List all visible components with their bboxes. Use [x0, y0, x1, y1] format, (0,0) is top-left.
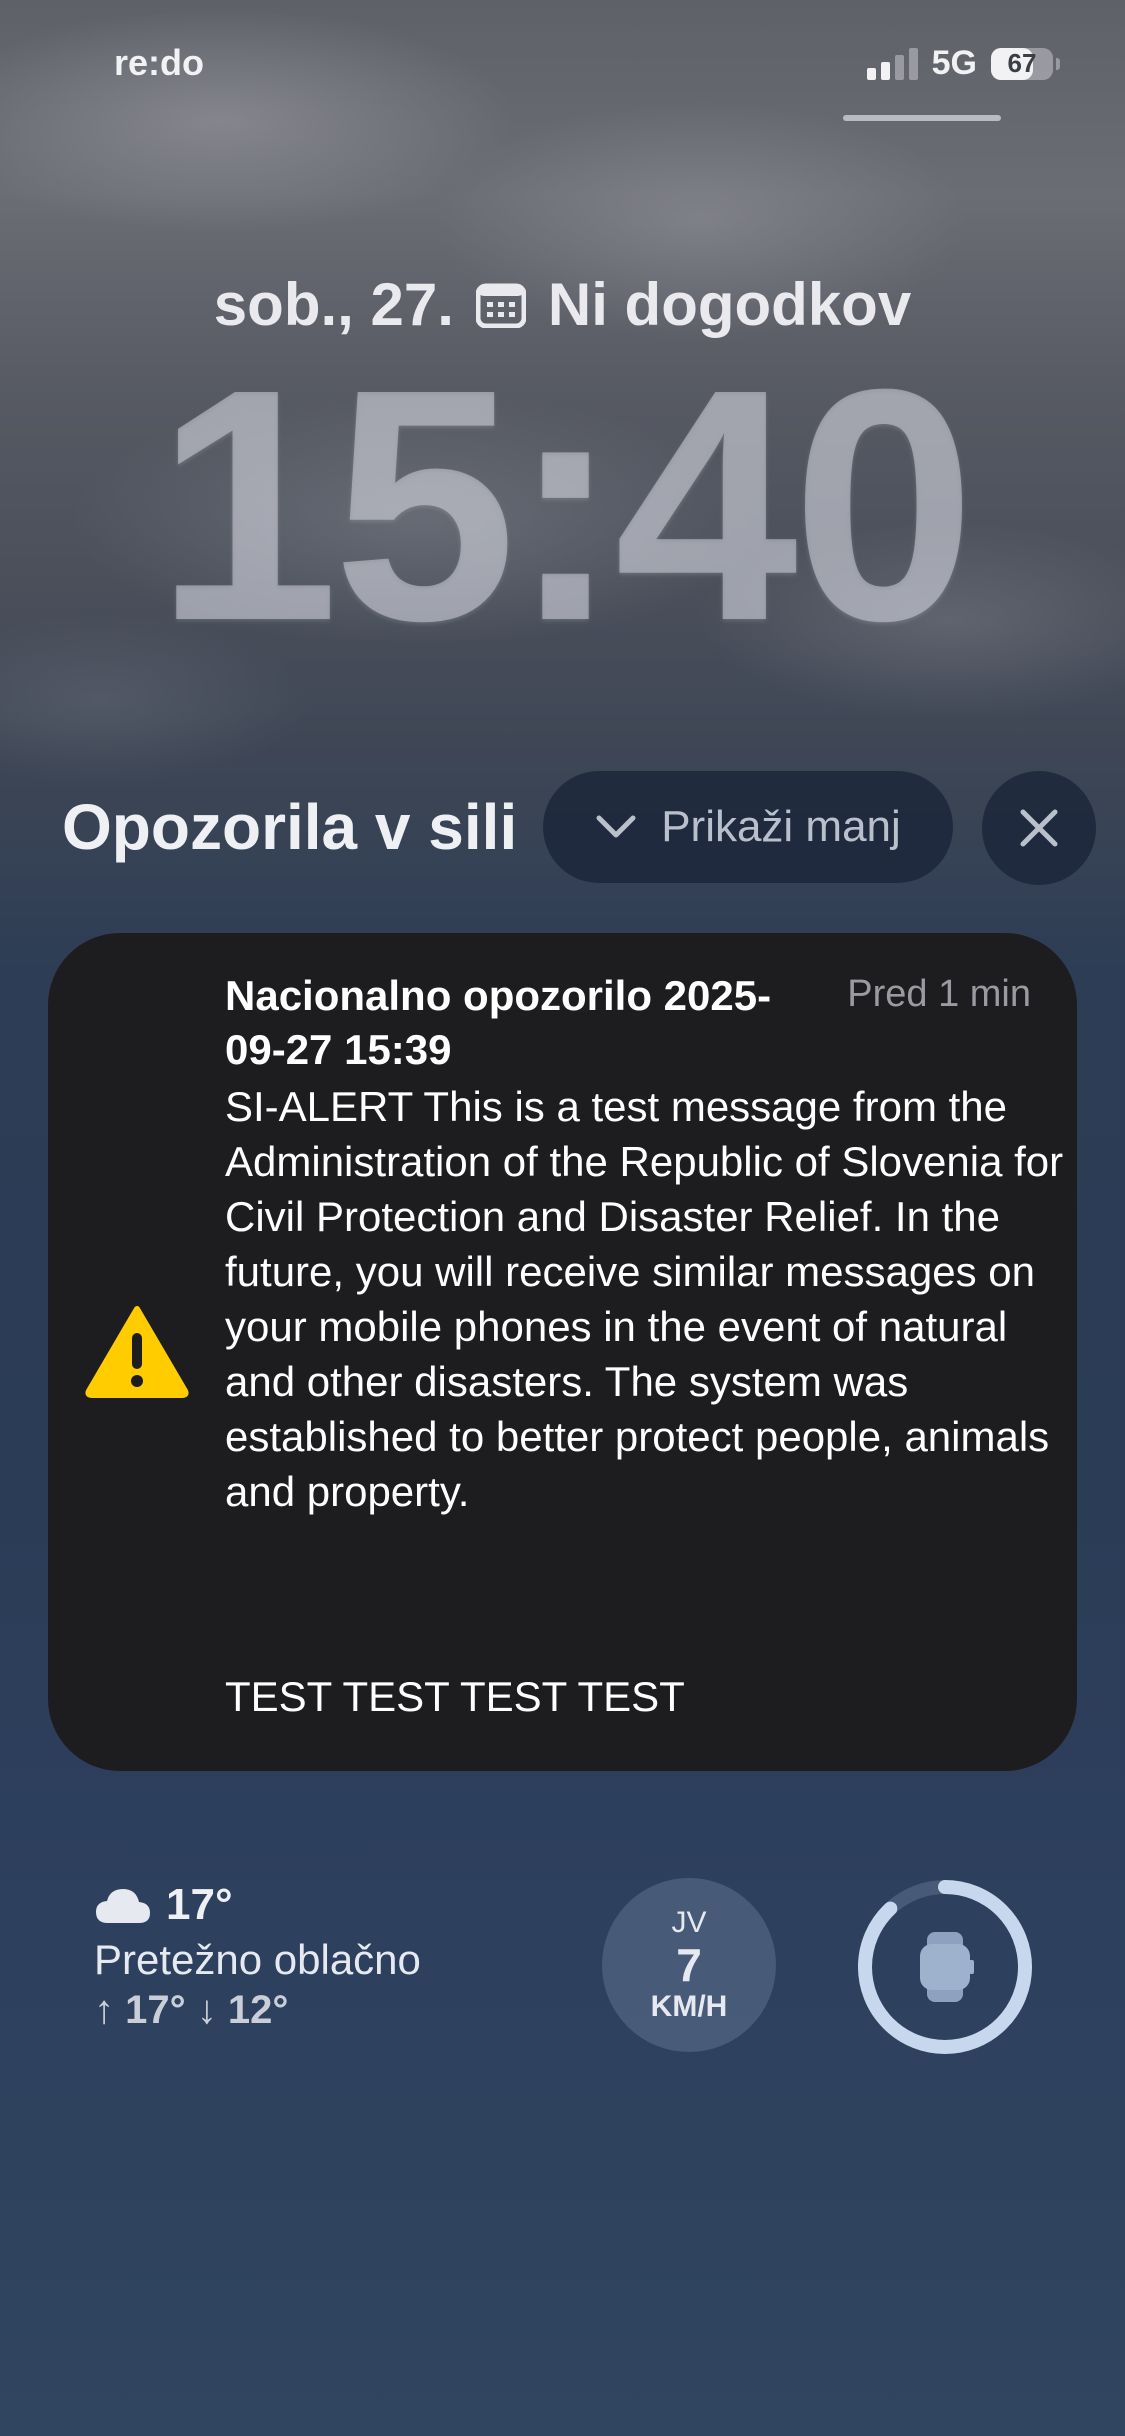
- weather-widget[interactable]: 17° Pretežno oblačno ↑ 17° ↓ 12°: [94, 1880, 421, 2033]
- alert-timestamp: Pred 1 min: [847, 973, 1031, 1015]
- chevron-down-icon: [596, 815, 636, 838]
- weather-condition: Pretežno oblačno: [94, 1936, 421, 1983]
- alert-footer: TEST TEST TEST TEST: [225, 1673, 685, 1720]
- weather-high-low: ↑ 17° ↓ 12°: [94, 1988, 289, 2032]
- network-type: 5G: [931, 44, 977, 82]
- battery-percent: 67: [1007, 48, 1037, 78]
- watch-battery-widget[interactable]: [856, 1878, 1034, 2056]
- cloud-icon: [96, 1889, 150, 1923]
- wind-widget[interactable]: JV 7 KM/H: [602, 1878, 776, 2052]
- carrier-label: re:do: [114, 42, 204, 83]
- watch-icon: [920, 1932, 974, 2002]
- close-icon: [1020, 809, 1058, 847]
- battery-icon: 67: [991, 47, 1060, 80]
- close-button[interactable]: [982, 771, 1096, 885]
- status-indicators: 5G 67: [866, 44, 1060, 83]
- control-center-indicator[interactable]: [843, 115, 1001, 121]
- lock-screen-clock[interactable]: 15:40: [0, 340, 1125, 670]
- emergency-alert-card[interactable]: Nacionalno opozorilo 2025-09-27 15:39 Pr…: [48, 933, 1077, 1771]
- emergency-alerts-title: Opozorila v sili: [62, 791, 518, 863]
- alert-message: SI-ALERT This is a test message from the…: [225, 1083, 1064, 1515]
- wind-unit: KM/H: [650, 1990, 728, 2023]
- signal-strength-icon: [866, 47, 918, 80]
- alert-title: Nacionalno opozorilo 2025-09-27 15:39: [225, 972, 772, 1073]
- wind-speed: 7: [676, 1939, 702, 1991]
- weather-temperature: 17°: [166, 1880, 233, 1929]
- show-less-button[interactable]: Prikaži manj: [543, 771, 953, 883]
- show-less-label: Prikaži manj: [661, 802, 901, 851]
- warning-icon: [85, 1306, 189, 1398]
- wind-direction: JV: [671, 1906, 707, 1939]
